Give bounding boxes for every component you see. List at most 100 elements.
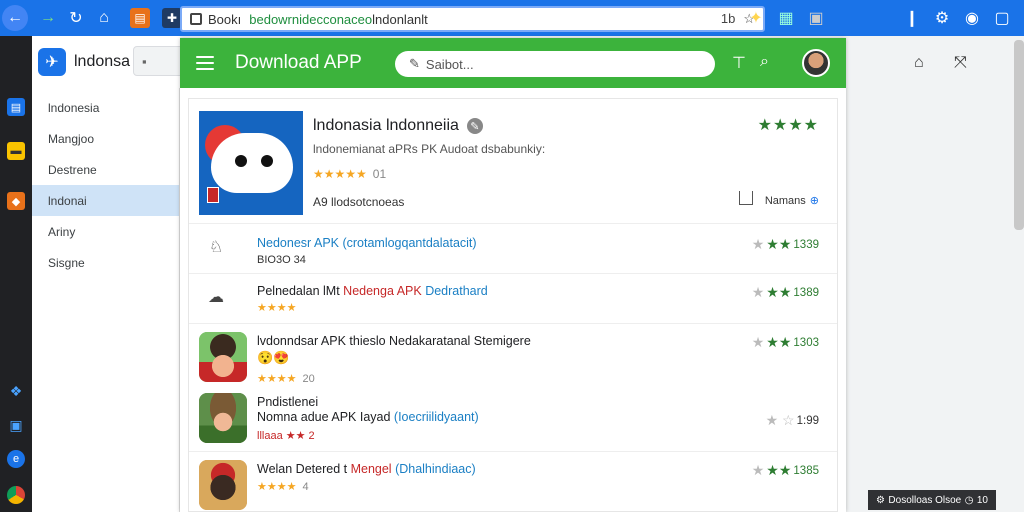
list-item-title-link: Dedrathard <box>425 284 488 298</box>
back-icon[interactable]: ← <box>2 5 28 31</box>
toast-gear-icon: ⚙ <box>876 494 885 506</box>
list-item-score: ★ ★★ 1385 <box>752 462 819 479</box>
star-green-icon: ★★ <box>766 236 792 252</box>
star-green-icon: ★★ <box>766 462 792 478</box>
extension-grid-icon[interactable]: ▦ <box>774 4 798 32</box>
sidebar-item-label: Sisgne <box>48 255 85 270</box>
featured-app-developer: A9 llodsotcnoeas <box>313 195 405 209</box>
list-item[interactable]: Welan Detered t Mengel (Dhalhindiaac) ★★… <box>189 451 837 512</box>
status-toast[interactable]: ⚙ Dosolloas Olsoe ◷ 10 <box>868 490 996 510</box>
featured-app-title[interactable]: lndonasia lndonneiia ✎ <box>313 117 483 135</box>
sidebar-item-label: Mangjoo <box>48 131 95 146</box>
featured-app-score-stars: ★★★★ <box>757 117 819 134</box>
extension-puzzle-icon[interactable]: ✦ <box>744 4 768 32</box>
list-item-title-link: (Ioecriilidyaant) <box>393 410 479 424</box>
app-bar: Download APP ✎ Saibot... ⊤ ⌕ <box>180 38 846 88</box>
sidebar: lndonesia Mangjoo Destrene lndonai Ariny… <box>32 88 180 512</box>
list-item-title-link: (Dhalhindiaac) <box>395 462 476 476</box>
toast-clock-icon: ◷ <box>964 494 974 506</box>
rating-stars: ★★★★ <box>257 373 297 385</box>
score-value: 1389 <box>793 286 819 299</box>
profile-icon[interactable]: ◉ <box>960 4 984 32</box>
dock-notes-icon[interactable]: ▬ <box>7 142 25 160</box>
search-icon[interactable]: ⌕ <box>760 53 769 71</box>
sidebar-item-label: lndonesia <box>48 100 100 115</box>
list-item-score: ★ ★★ 1303 <box>752 334 819 351</box>
sidebar-item-3[interactable]: lndonai <box>32 185 179 216</box>
list-item-subtitle: BIO3O 34 <box>257 254 306 266</box>
settings-icon[interactable]: ⚙ <box>930 4 954 32</box>
list-item[interactable]: ♘ Nedonesr APK (crotamlogqantdalatacit) … <box>189 223 837 273</box>
page-icon <box>190 13 202 25</box>
bell-icon: ♘ <box>208 239 224 256</box>
list-item-title-link: Nedonesr APK (crotamlogqantdalatacit) <box>257 236 477 250</box>
sidebar-item-5[interactable]: Sisgne <box>32 247 179 278</box>
dock-edge-icon[interactable]: e <box>7 450 25 468</box>
zoom-indicator[interactable]: 1b <box>721 11 735 27</box>
forward-icon[interactable]: → <box>34 4 62 32</box>
toast-label: Dosolloas Olsoe <box>888 494 962 506</box>
list-item[interactable]: Pndistlenei Nomna adue APK Iayad (Ioecri… <box>189 389 837 451</box>
list-item-title: Nedonesr APK (crotamlogqantdalatacit) <box>257 236 477 250</box>
rating-count: 20 <box>302 373 315 385</box>
rating-count: 01 <box>372 167 387 181</box>
list-item-title: Welan Detered t Mengel (Dhalhindiaac) <box>257 462 476 476</box>
featured-app-image[interactable] <box>199 111 303 215</box>
window-control-icon[interactable]: ▢ <box>990 4 1014 32</box>
extension-dark-icon[interactable]: ✚ <box>162 8 182 28</box>
names-label: Namans <box>764 195 806 207</box>
list-item[interactable]: lvdonndsar APK thieslo Nedakaratanal Ste… <box>189 323 837 389</box>
extension-square-icon[interactable]: ▣ <box>804 4 828 32</box>
page-scrollbar[interactable] <box>1014 40 1024 230</box>
menu-icon[interactable] <box>196 56 214 70</box>
url-host: Bookı <box>208 11 242 27</box>
explorer-art <box>199 393 247 443</box>
dock-folder-icon[interactable]: ▣ <box>7 416 25 434</box>
search-input[interactable]: ✎ Saibot... <box>395 51 715 77</box>
home-icon[interactable]: ⌂ <box>90 4 118 32</box>
star-green-icon: ★★ <box>766 284 792 300</box>
filter-icon[interactable]: ⊤ <box>732 53 746 73</box>
url-path: lndonlanlt <box>372 11 428 27</box>
screen: ← → ↻ ⌂ ▤ ✚ Bookı bedowrnidecconaceo lnd… <box>0 0 1024 512</box>
sidebar-item-0[interactable]: lndonesia <box>32 92 179 123</box>
ninja-art <box>199 460 247 510</box>
list-item-title: Pelnedalan lMt Nedenga APK Dedrathard <box>257 284 488 298</box>
rating-stars: ★★★★ <box>257 481 297 493</box>
dock-docs-icon[interactable]: ▤ <box>7 98 25 116</box>
hero-mascot-body <box>211 133 293 193</box>
list-item-rating: ★★★★ 4 <box>257 480 309 493</box>
list-item-title-text: Pelnedalan lMt <box>257 284 344 298</box>
address-bar[interactable]: Bookı bedowrnidecconaceo lndonlanlt 1b ☆ <box>180 6 765 32</box>
list-item-title-red: Mengel <box>350 462 396 476</box>
rating-stars: ★★★★★ <box>313 167 367 181</box>
sidebar-title: lndonsa <box>74 53 131 70</box>
character-icon <box>199 332 247 382</box>
cloud-icon: ☁ <box>208 289 224 306</box>
app-window: Download APP ✎ Saibot... ⊤ ⌕ lndonasia l… <box>180 38 846 512</box>
dock-app-icon[interactable]: ◆ <box>7 192 25 210</box>
app-logo-icon[interactable]: ✈ <box>38 48 66 76</box>
browser-actions: ✦ ▦ ▣ ❙ ⚙ ◉ ▢ <box>744 0 1024 36</box>
star-grey-icon: ★ <box>751 236 765 252</box>
share-icon[interactable] <box>739 191 753 205</box>
info-icon[interactable]: ✎ <box>466 118 483 134</box>
star-grey-icon: ★ <box>751 462 765 478</box>
sidebar-item-4[interactable]: Ariny <box>32 216 179 247</box>
dock-chrome-icon[interactable] <box>7 486 25 504</box>
list-item[interactable]: ☁ Pelnedalan lMt Nedenga APK Dedrathard … <box>189 273 837 323</box>
list-item-emoji: 😯😍 <box>257 350 290 365</box>
globe-icon: ⊕ <box>809 195 819 207</box>
sidebar-item-2[interactable]: Destrene <box>32 154 179 185</box>
extension-orange-icon[interactable]: ▤ <box>130 8 150 28</box>
expand-icon[interactable]: ⤧ <box>954 54 967 72</box>
names-link[interactable]: Namans ⊕ <box>765 194 819 207</box>
home-nav-icon[interactable]: ⌂ <box>914 54 924 72</box>
reload-icon[interactable]: ↻ <box>62 4 90 32</box>
menu-bar-icon[interactable]: ❙ <box>900 4 924 32</box>
dock-dropbox-icon[interactable]: ❖ <box>7 382 25 400</box>
avatar[interactable] <box>802 49 830 77</box>
list-item-title-line2: Nomna adue APK Iayad (Ioecriilidyaant) <box>257 410 479 424</box>
list-item-title-text: Nomna adue APK Iayad <box>257 410 394 424</box>
sidebar-item-1[interactable]: Mangjoo <box>32 123 179 154</box>
